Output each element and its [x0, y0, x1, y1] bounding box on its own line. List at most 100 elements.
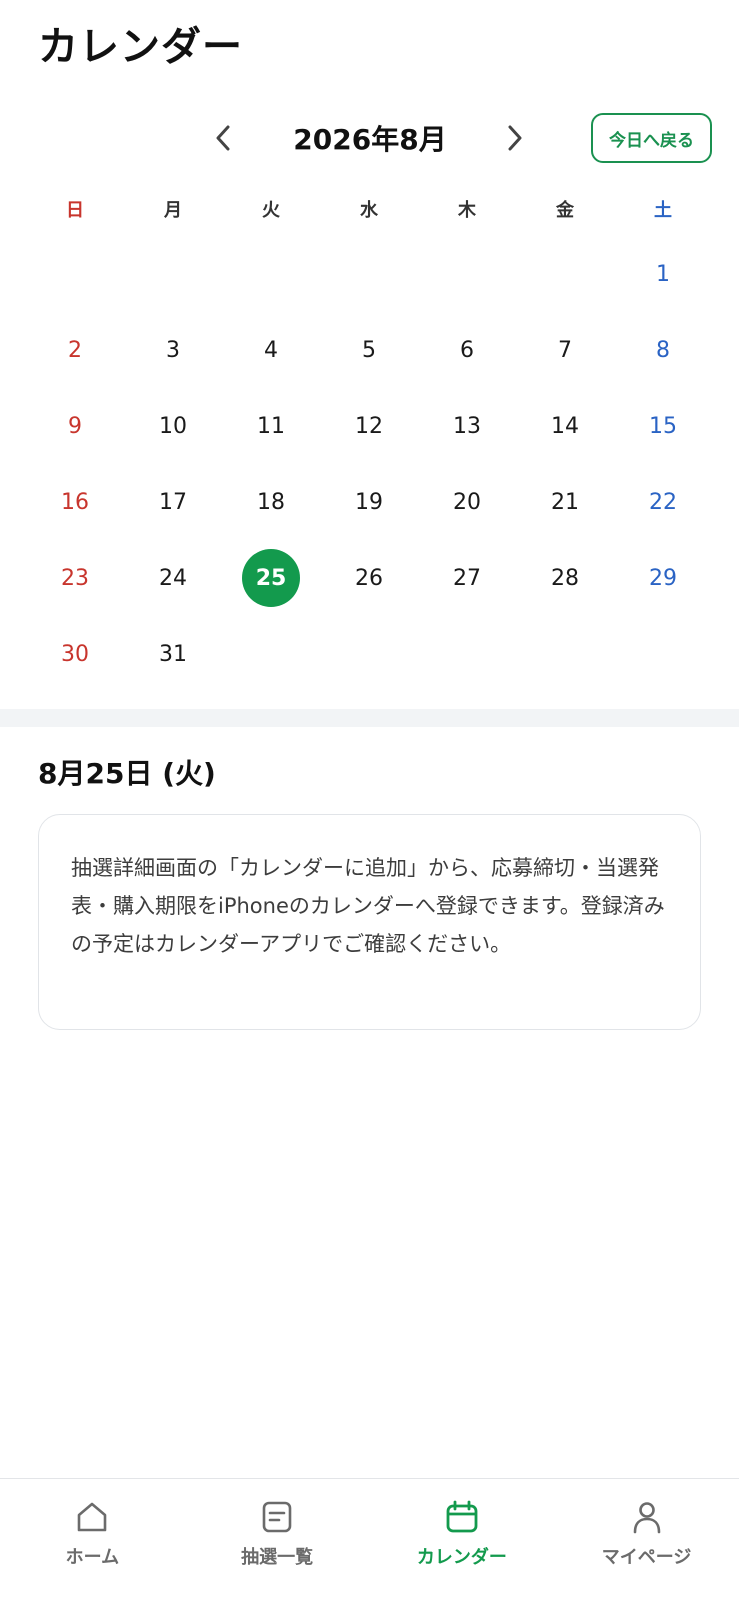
day-number: 16 [61, 489, 89, 515]
day-cell-empty [222, 236, 320, 312]
day-cell[interactable]: 27 [418, 540, 516, 616]
day-cell[interactable]: 31 [124, 616, 222, 692]
calendar-grid: 1 2 3 4 5 6 7 8 9 10 11 12 13 14 15 16 17 18 19 20 21 22 23 24 2… [26, 236, 712, 692]
tab-bar: ホーム 抽選一覧 カレンダー マイページ [0, 1478, 739, 1600]
day-cell[interactable]: 29 [614, 540, 712, 616]
day-number: 10 [159, 413, 187, 439]
day-cell-empty [26, 236, 124, 312]
day-number: 19 [355, 489, 383, 515]
day-cell[interactable]: 1 [614, 236, 712, 312]
day-number: 21 [551, 489, 579, 515]
tab-mypage[interactable]: マイページ [554, 1479, 739, 1600]
info-text: 抽選詳細画面の「カレンダーに追加」から、応募締切・当選発表・購入期限をiPhon… [71, 856, 665, 956]
day-cell[interactable]: 3 [124, 312, 222, 388]
weekday-thu: 木 [458, 200, 476, 221]
day-cell[interactable]: 16 [26, 464, 124, 540]
day-cell[interactable]: 5 [320, 312, 418, 388]
day-number: 29 [649, 565, 677, 591]
tab-calendar[interactable]: カレンダー [370, 1479, 555, 1600]
day-cell-selected[interactable]: 25 [222, 540, 320, 616]
day-cell[interactable]: 24 [124, 540, 222, 616]
weekday-fri: 金 [556, 200, 574, 221]
day-number: 15 [649, 413, 677, 439]
chevron-left-icon [216, 125, 230, 151]
day-number: 23 [61, 565, 89, 591]
day-cell[interactable]: 12 [320, 388, 418, 464]
calendar-icon [446, 1500, 478, 1533]
today-button[interactable]: 今日へ戻る [591, 113, 712, 163]
month-label: 2026年8月 [293, 123, 447, 156]
day-cell[interactable]: 11 [222, 388, 320, 464]
day-number: 8 [656, 337, 670, 363]
weekday-wed: 水 [360, 200, 378, 221]
day-number: 30 [61, 641, 89, 667]
day-number: 25 [242, 549, 300, 607]
list-icon [262, 1501, 292, 1533]
day-cell[interactable]: 6 [418, 312, 516, 388]
day-cell[interactable]: 10 [124, 388, 222, 464]
day-cell[interactable]: 19 [320, 464, 418, 540]
tab-label-lottery-list: 抽選一覧 [241, 1547, 314, 1568]
day-cell[interactable]: 13 [418, 388, 516, 464]
day-number: 7 [558, 337, 572, 363]
day-number: 13 [453, 413, 481, 439]
day-cell[interactable]: 17 [124, 464, 222, 540]
day-cell[interactable]: 26 [320, 540, 418, 616]
day-number: 24 [159, 565, 187, 591]
day-cell[interactable]: 28 [516, 540, 614, 616]
home-icon [78, 1502, 107, 1532]
day-cell-empty [516, 236, 614, 312]
weekday-sun: 日 [66, 200, 84, 221]
day-number: 31 [159, 641, 187, 667]
day-cell-empty [320, 236, 418, 312]
day-cell[interactable]: 14 [516, 388, 614, 464]
tab-label-calendar: カレンダー [416, 1547, 507, 1568]
weekday-header: 日 月 火 水 木 金 土 [26, 196, 712, 222]
day-number: 14 [551, 413, 579, 439]
day-number: 6 [460, 337, 474, 363]
day-cell[interactable]: 30 [26, 616, 124, 692]
chevron-right-icon [508, 125, 522, 151]
day-number: 12 [355, 413, 383, 439]
day-number: 5 [362, 337, 376, 363]
next-month-button[interactable] [496, 120, 532, 156]
day-number: 17 [159, 489, 187, 515]
day-cell[interactable]: 8 [614, 312, 712, 388]
tab-lottery-list[interactable]: 抽選一覧 [185, 1479, 370, 1600]
month-navigation: 2026年8月 今日へ戻る [0, 108, 739, 168]
day-cell[interactable]: 20 [418, 464, 516, 540]
day-number: 4 [264, 337, 278, 363]
day-number: 22 [649, 489, 677, 515]
day-cell[interactable]: 2 [26, 312, 124, 388]
day-number: 20 [453, 489, 481, 515]
day-number: 11 [257, 413, 285, 439]
info-card: 抽選詳細画面の「カレンダーに追加」から、応募締切・当選発表・購入期限をiPhon… [38, 814, 701, 1030]
day-cell[interactable]: 4 [222, 312, 320, 388]
selected-date-heading: 8月25日 (火) [38, 757, 216, 790]
day-number: 28 [551, 565, 579, 591]
day-number: 27 [453, 565, 481, 591]
day-number: 1 [656, 261, 670, 287]
tab-label-mypage: マイページ [601, 1547, 692, 1568]
day-cell[interactable]: 15 [614, 388, 712, 464]
weekday-mon: 月 [164, 200, 182, 221]
day-cell[interactable]: 18 [222, 464, 320, 540]
day-cell[interactable]: 7 [516, 312, 614, 388]
day-number: 26 [355, 565, 383, 591]
tab-home[interactable]: ホーム [0, 1479, 185, 1600]
day-number: 3 [166, 337, 180, 363]
person-icon [633, 1502, 660, 1534]
day-number: 2 [68, 337, 82, 363]
day-cell[interactable]: 9 [26, 388, 124, 464]
day-number: 9 [68, 413, 82, 439]
section-divider [0, 709, 739, 727]
day-cell[interactable]: 21 [516, 464, 614, 540]
weekday-tue: 火 [262, 200, 280, 221]
page-title: カレンダー [38, 24, 243, 70]
prev-month-button[interactable] [206, 120, 242, 156]
day-cell[interactable]: 23 [26, 540, 124, 616]
day-cell[interactable]: 22 [614, 464, 712, 540]
tab-label-home: ホーム [65, 1547, 120, 1568]
day-number: 18 [257, 489, 285, 515]
day-cell-empty [124, 236, 222, 312]
